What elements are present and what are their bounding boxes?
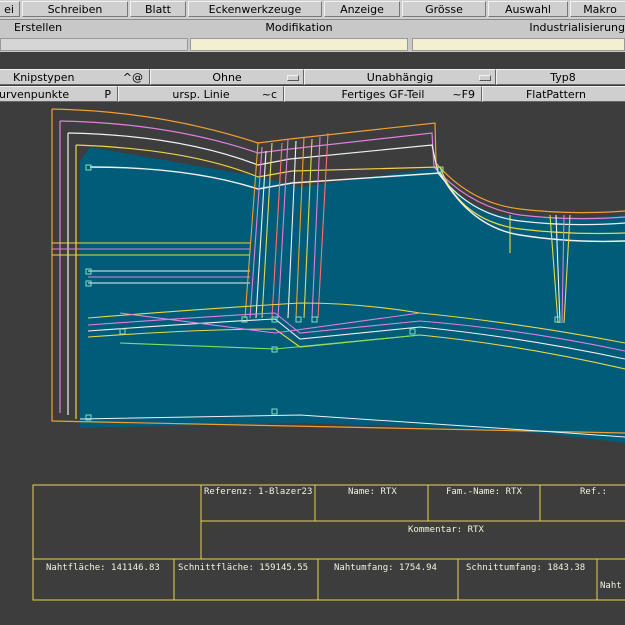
modification-field[interactable]: [190, 38, 408, 51]
create-field[interactable]: [0, 38, 188, 51]
mode-toolbar-fields: [0, 38, 625, 52]
knip-toolbar: Knipstypen ^@ Ohne Unabhängig Typ8: [0, 69, 625, 85]
ref-text: Ref.:: [580, 487, 608, 497]
knip-shortcut: ^@: [122, 71, 143, 84]
seam-area-text: Nahtfläche: 141146.83: [46, 563, 160, 573]
family-name-text: Fam.-Name: RTX: [446, 487, 522, 497]
comment-text: Kommentar: RTX: [408, 525, 484, 535]
name-text: Name: RTX: [348, 487, 397, 497]
curve-points-button[interactable]: urvenpunkte P: [0, 86, 118, 102]
title-block-frame: [32, 484, 625, 601]
menu-item-groesse[interactable]: Grösse: [402, 1, 486, 17]
curve-points-shortcut: P: [104, 88, 111, 101]
tab-modification[interactable]: Modifikation: [190, 20, 408, 36]
menu-bar: ei Schreiben Blatt Eckenwerkzeuge Anzeig…: [0, 0, 625, 20]
type-button[interactable]: Typ8: [496, 69, 625, 85]
cut-perimeter-text: Schnittumfang: 1843.38: [466, 563, 586, 573]
drawing-canvas[interactable]: Referenz: 1-Blazer23 Name: RTX Fam.-Name…: [0, 103, 625, 625]
finished-part-shortcut: ~F9: [452, 88, 475, 101]
curve-toolbar: urvenpunkte P ursp. Linie ~c Fertiges GF…: [0, 86, 625, 102]
seam-perimeter-text: Nahtumfang: 1754.94: [334, 563, 437, 573]
menu-item-auswahl[interactable]: Auswahl: [488, 1, 568, 17]
ohne-option[interactable]: Ohne: [150, 69, 304, 85]
orig-line-button[interactable]: ursp. Linie ~c: [118, 86, 284, 102]
option-menu-icon: [479, 75, 491, 81]
menu-item-makro[interactable]: Makro: [570, 1, 625, 17]
industrialization-field[interactable]: [412, 38, 625, 51]
ohne-label: Ohne: [212, 71, 242, 84]
independent-label: Unabhängig: [366, 71, 434, 84]
independent-option[interactable]: Unabhängig: [304, 69, 496, 85]
orig-line-shortcut: ~c: [261, 88, 277, 101]
curve-points-label: urvenpunkte: [0, 88, 70, 101]
cut-area-text: Schnittfläche: 159145.55: [178, 563, 309, 573]
pattern-piece: [80, 147, 625, 443]
mode-toolbar: Erstellen Modifikation Industrialisierun…: [0, 20, 625, 38]
menu-item-ei[interactable]: ei: [0, 1, 20, 17]
flat-pattern-button[interactable]: FlatPattern: [482, 86, 625, 102]
finished-part-button[interactable]: Fertiges GF-Teil ~F9: [284, 86, 482, 102]
option-menu-icon: [287, 75, 299, 81]
reference-text: Referenz: 1-Blazer23: [204, 487, 313, 497]
naht-text: Naht: [600, 581, 622, 591]
tab-create[interactable]: Erstellen: [14, 20, 174, 36]
menu-item-eckenwerkzeuge[interactable]: Eckenwerkzeuge: [188, 1, 322, 17]
tab-industrialization[interactable]: Industrialisierung: [412, 20, 625, 36]
menu-item-schreiben[interactable]: Schreiben: [22, 1, 128, 17]
pattern-drawing: [32, 108, 625, 601]
flat-pattern-label: FlatPattern: [525, 88, 586, 101]
knip-types-button[interactable]: Knipstypen ^@: [0, 69, 150, 85]
menu-item-anzeige[interactable]: Anzeige: [324, 1, 400, 17]
type-label: Typ8: [550, 71, 576, 84]
menu-item-blatt[interactable]: Blatt: [130, 1, 186, 17]
orig-line-label: ursp. Linie: [172, 88, 230, 101]
